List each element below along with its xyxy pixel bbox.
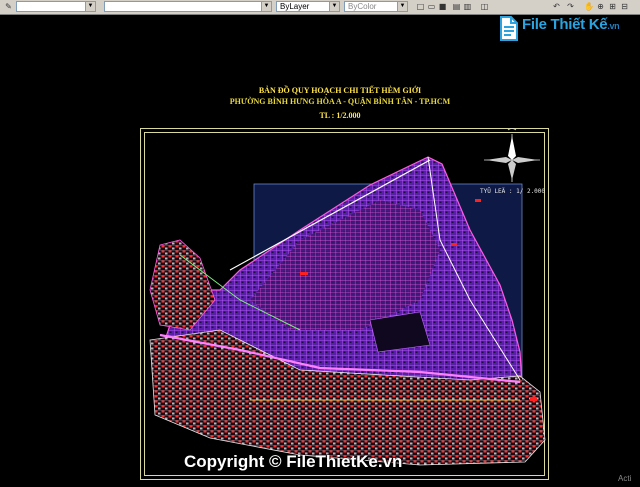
marker: [451, 243, 457, 246]
marker: [300, 272, 308, 275]
activate-windows-text: Acti: [618, 474, 632, 483]
scale-note: TYÛ LEÄ : 1/ 2.000: [480, 188, 546, 195]
north-arrow-icon: [484, 128, 540, 182]
marker: [475, 199, 481, 202]
copyright-watermark: Copyright © FileThietKe.vn: [184, 452, 403, 471]
cad-map-drawing[interactable]: [0, 0, 640, 487]
marker: [530, 397, 537, 401]
